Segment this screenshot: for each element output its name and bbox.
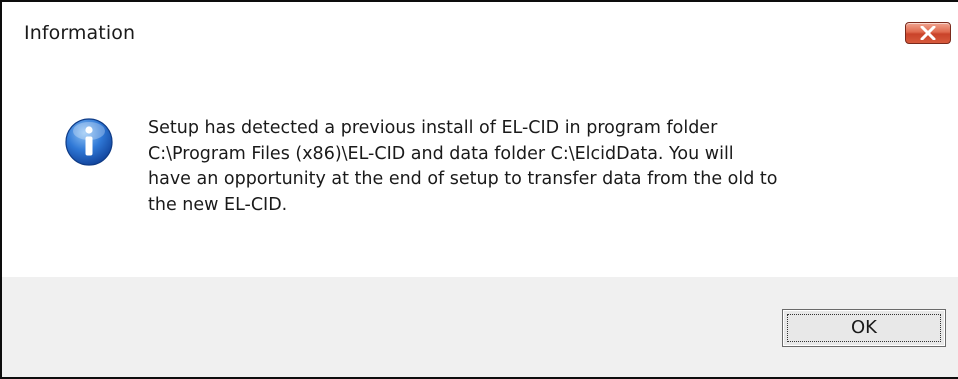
information-dialog: Information Setup has detected a previou… xyxy=(0,0,958,379)
ok-button-label: OK xyxy=(851,317,877,338)
close-button[interactable] xyxy=(905,22,951,44)
window-title: Information xyxy=(24,22,136,44)
title-bar[interactable]: Information xyxy=(2,2,958,70)
close-icon xyxy=(920,26,936,40)
message-text: Setup has detected a previous install of… xyxy=(148,118,778,215)
ok-button[interactable]: OK xyxy=(782,309,946,347)
info-icon xyxy=(65,118,113,166)
